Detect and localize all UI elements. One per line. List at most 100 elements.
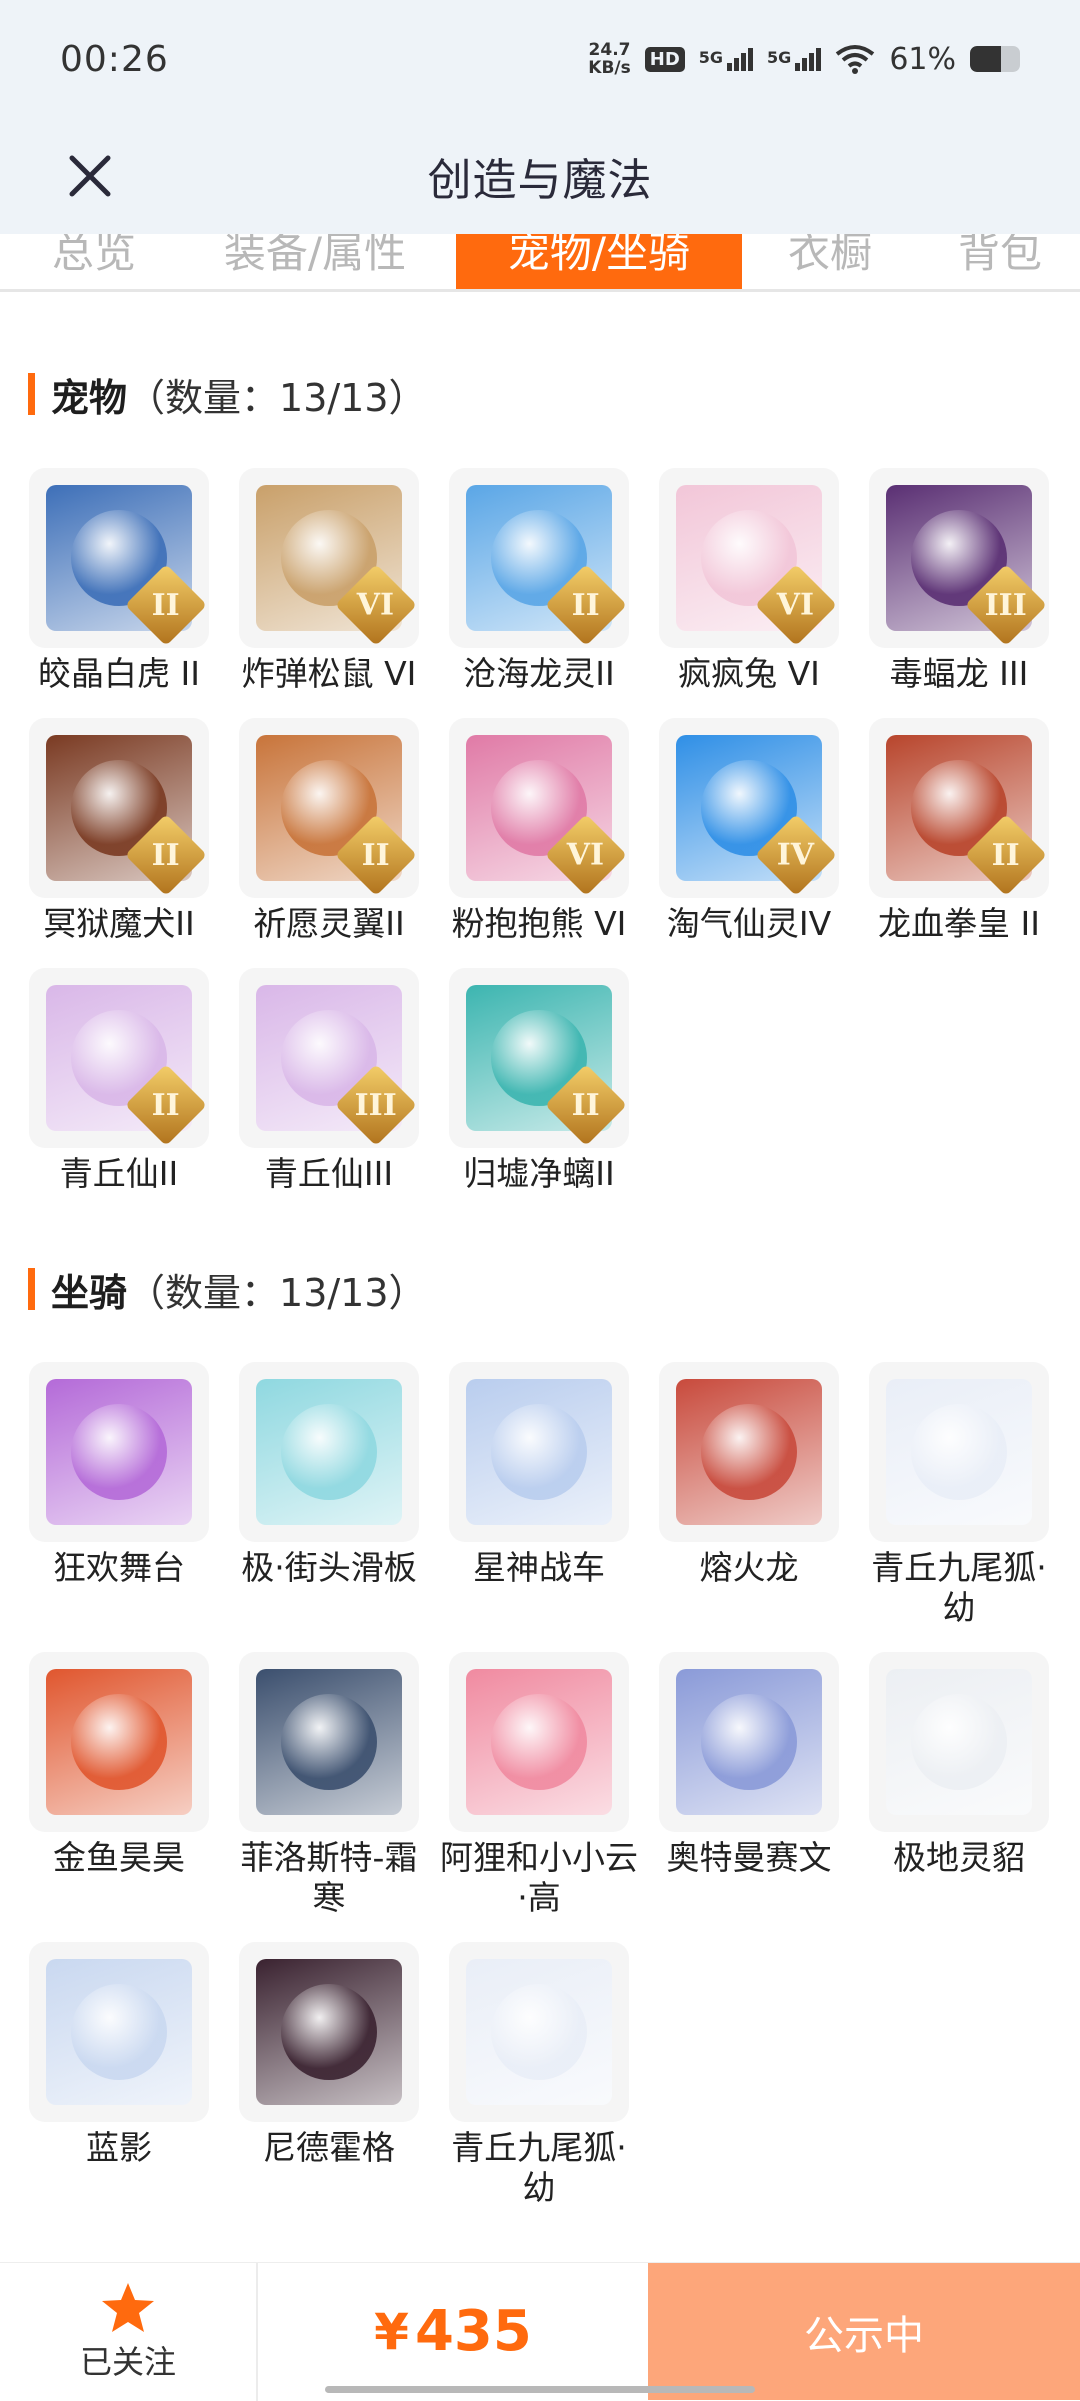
mount-image [46,1669,192,1815]
net-speed-value: 24.7 [588,40,631,60]
rank-label: VI [567,837,605,873]
page-title: 创造与魔法 [427,155,653,206]
rank-label: II [571,1087,601,1123]
mount-name: 金鱼昊昊 [53,1838,185,1877]
mount-thumbnail [239,1942,419,2122]
section-accent-bar [28,373,35,415]
mounts-section-title: 坐骑 [51,1270,128,1315]
net-speed: 24.7 KB/s [588,41,630,77]
close-button[interactable] [60,146,120,206]
tab-overview[interactable]: 总览 [34,234,154,289]
mount-item[interactable]: 尼德霍格 [224,1942,434,2168]
section-accent-bar [28,1268,35,1310]
pet-item[interactable]: VI 疯疯兔 VI [644,468,854,694]
rank-label: II [151,837,181,873]
tab-backpack[interactable]: 背包 [940,234,1060,289]
pet-thumbnail: II [29,718,209,898]
mount-item[interactable]: 阿狸和小小云·高 [434,1652,644,1918]
pet-item[interactable]: II 冥狱魔犬II [14,718,224,944]
pet-thumbnail: IV [659,718,839,898]
mount-figure [71,1694,167,1790]
mount-thumbnail [29,1362,209,1542]
mount-item[interactable]: 金鱼昊昊 [14,1652,224,1878]
battery-percent: 61% [889,41,956,77]
mounts-section-header: 坐骑 （数量：13/13） [28,1265,427,1315]
mount-item[interactable]: 极地灵貂 [854,1652,1064,1878]
pet-item[interactable]: II 青丘仙II [14,968,224,1194]
pet-name: 祈愿灵翼II [253,904,405,943]
tab-wardrobe[interactable]: 衣橱 [770,234,890,289]
mount-name: 星神战车 [473,1548,605,1587]
mount-image [676,1669,822,1815]
mount-item[interactable]: 狂欢舞台 [14,1362,224,1588]
pet-item[interactable]: III 青丘仙III [224,968,434,1194]
sim1-network-label: 5G [698,47,724,67]
mount-item[interactable]: 星神战车 [434,1362,644,1588]
mount-figure [701,1694,797,1790]
mount-figure [71,1404,167,1500]
mount-image [886,1379,1032,1525]
pet-item[interactable]: VI 炸弹松鼠 VI [224,468,434,694]
mount-item[interactable]: 青丘九尾狐·幼 [434,1942,644,2208]
mount-item[interactable]: 极·街头滑板 [224,1362,434,1588]
pet-thumbnail: II [869,718,1049,898]
mount-figure [911,1694,1007,1790]
mount-item[interactable]: 熔火龙 [644,1362,854,1588]
mount-item[interactable]: 蓝影 [14,1942,224,2168]
mount-figure [911,1404,1007,1500]
mount-name: 极地灵貂 [893,1838,1025,1877]
pets-section-count: （数量：13/13） [127,375,427,420]
pet-item[interactable]: VI 粉抱抱熊 VI [434,718,644,944]
rank-label: II [361,837,391,873]
mount-image [466,1959,612,2105]
pet-item[interactable]: IV 淘气仙灵IV [644,718,854,944]
pet-thumbnail: II [449,968,629,1148]
rank-label: VI [777,587,815,623]
pet-item[interactable]: II 归墟净螭II [434,968,644,1194]
rank-label: II [991,837,1021,873]
status-icons: 24.7 KB/s HD 5G 5G 61% [588,41,1020,77]
public-notice-button[interactable]: 公示中 [648,2263,1080,2400]
mount-item[interactable]: 奥特曼赛文 [644,1652,854,1878]
mount-image [886,1669,1032,1815]
home-indicator[interactable] [325,2386,755,2393]
pets-section-header: 宠物 （数量：13/13） [28,370,427,420]
pet-name: 青丘仙II [59,1154,179,1193]
pet-thumbnail: II [29,968,209,1148]
pet-name: 归墟净螭II [463,1154,615,1193]
status-bar: 00:26 24.7 KB/s HD 5G 5G 61% [0,0,1080,118]
mount-item[interactable]: 菲洛斯特-霜寒 [224,1652,434,1918]
mount-name: 熔火龙 [699,1548,799,1587]
pet-item[interactable]: II 祈愿灵翼II [224,718,434,944]
wifi-icon [836,45,875,74]
mount-name: 极·街头滑板 [241,1548,417,1587]
mount-item[interactable]: 青丘九尾狐·幼 [854,1362,1064,1628]
rank-label: II [151,587,181,623]
follow-button[interactable]: 已关注 [0,2263,258,2401]
mount-figure [491,1984,587,2080]
mount-name: 阿狸和小小云·高 [440,1838,638,1917]
mount-thumbnail [239,1362,419,1542]
pet-item[interactable]: II 沧海龙灵II [434,468,644,694]
price: ¥ 435 [258,2263,648,2400]
mount-figure [281,1984,377,2080]
tab-pets-mounts[interactable]: 宠物/坐骑 [456,234,742,289]
pet-item[interactable]: II 龙血拳皇 II [854,718,1064,944]
mount-image [46,1959,192,2105]
mount-thumbnail [869,1652,1049,1832]
hd-icon: HD [644,46,685,72]
mount-figure [491,1694,587,1790]
pets-section-title: 宠物 [51,375,128,420]
mount-image [466,1379,612,1525]
mount-thumbnail [29,1942,209,2122]
battery-level-fill [970,46,1001,72]
pet-item[interactable]: III 毒蝠龙 III [854,468,1064,694]
mount-name: 尼德霍格 [263,2128,395,2167]
mount-name: 狂欢舞台 [53,1548,185,1587]
pet-item[interactable]: II 皎晶白虎 II [14,468,224,694]
rank-label: II [151,1087,181,1123]
pet-name: 龙血拳皇 II [878,904,1040,943]
pet-thumbnail: II [239,718,419,898]
mount-figure [71,1984,167,2080]
tab-equipment[interactable]: 装备/属性 [200,234,430,289]
